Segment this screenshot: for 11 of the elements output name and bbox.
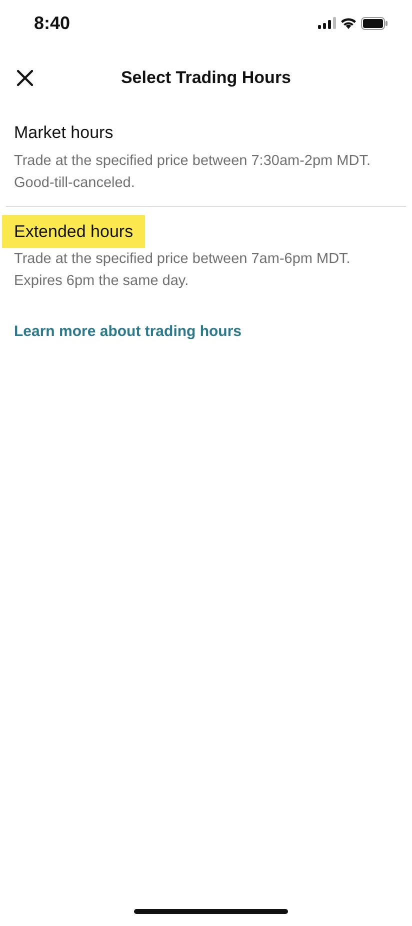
option-description: Trade at the specified price between 7am-6pm MDT. Expires 6pm the same day. [14, 250, 352, 291]
status-time: 8:40 [34, 12, 70, 34]
wifi-icon [340, 17, 357, 29]
signal-icon [318, 17, 336, 29]
option-title[interactable]: Extended hours [2, 214, 146, 248]
screen-title: Select Trading Hours [120, 67, 292, 90]
close-icon [16, 68, 34, 87]
option-title[interactable]: Market hours [14, 116, 114, 150]
option-description: Trade at the specified price between 7:30am-2pm MDT. Good-till-canceled. [14, 152, 372, 192]
learn-more-link[interactable]: Learn more about trading hours [14, 323, 242, 340]
battery-icon [361, 16, 388, 30]
